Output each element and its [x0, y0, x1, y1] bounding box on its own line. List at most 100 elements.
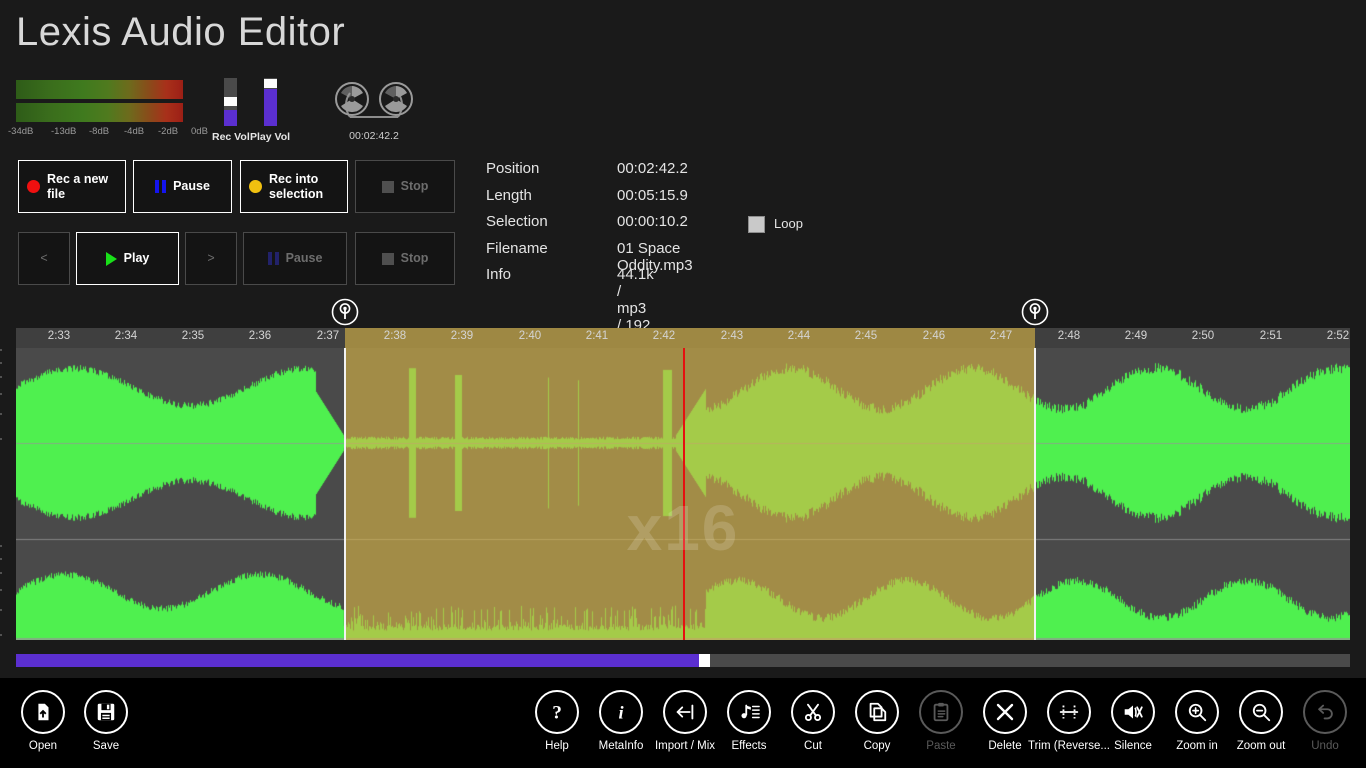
pause-bars-icon — [155, 180, 167, 193]
info-key: Length — [486, 186, 532, 204]
rec-vol-label: Rec Vol — [212, 131, 250, 143]
ruler-time-label: 2:51 — [1259, 330, 1283, 342]
lexis-audio-editor-window: Lexis Audio Editor -34dB -13dB -8dB -4dB -2d… — [0, 0, 1366, 768]
ruler-time-label: 2:44 — [787, 330, 811, 342]
tape-reels-icon — [335, 82, 413, 118]
db-scale-tick — [0, 438, 2, 440]
loop-checkbox[interactable] — [748, 216, 765, 233]
scissors-icon — [791, 690, 835, 734]
play-vol-track[interactable] — [263, 78, 277, 126]
play-stop-button-label: Stop — [400, 251, 429, 266]
arrow-left-bar-icon — [663, 690, 707, 734]
level-meter-right — [16, 103, 183, 122]
rec-stop-button: Stop — [355, 160, 455, 213]
selection-start-edge[interactable] — [344, 348, 346, 640]
undo-button-label: Undo — [1311, 740, 1339, 752]
db-scale-tick — [0, 393, 2, 395]
step-fwd-button-label: > — [207, 251, 215, 266]
ruler-time-label: 2:42 — [652, 330, 676, 342]
level-meter-left — [16, 80, 183, 99]
rec-into-selection-button-label: Rec into selection — [269, 172, 324, 201]
speaker-mute-icon — [1111, 690, 1155, 734]
rec-vol-thumb[interactable] — [224, 96, 238, 106]
ruler-time-label: 2:48 — [1057, 330, 1081, 342]
zoom-watermark: x16 — [626, 492, 740, 564]
pause-bars-icon — [267, 252, 279, 265]
scrollbar-thumb[interactable] — [699, 654, 710, 667]
time-ruler[interactable]: 2:33 2:34 2:35 2:36 2:37 2:38 2:39 2:40 2:41 2:42… — [16, 328, 1350, 348]
stop-square-icon — [381, 252, 394, 265]
play-vol[interactable]: Play Vol — [250, 78, 290, 143]
horizontal-scrollbar[interactable] — [16, 654, 1350, 667]
ruler-time-label: 2:46 — [922, 330, 946, 342]
info-key: Position — [486, 160, 540, 177]
db-scale-tick — [0, 589, 2, 591]
ruler-time-label: 2:43 — [720, 330, 744, 342]
selection-end-edge[interactable] — [1034, 348, 1036, 640]
play-triangle-icon — [105, 251, 117, 266]
ruler-time-label: 2:52 — [1326, 330, 1350, 342]
level-meter-scale: -34dB -13dB -8dB -4dB -2dB 0dB — [8, 126, 208, 140]
record-dot-icon — [249, 180, 262, 193]
trim-brackets-icon — [1047, 690, 1091, 734]
info-value: 00:05:15.9 — [617, 186, 688, 204]
save-button[interactable]: Save — [63, 690, 149, 753]
ruler-time-label: 2:50 — [1191, 330, 1215, 342]
record-dot-icon — [27, 180, 40, 193]
open-file-icon — [21, 690, 65, 734]
play-pause-button-label: Pause — [285, 251, 323, 266]
copy-pages-icon — [855, 690, 899, 734]
play-pause-button: Pause — [243, 232, 347, 285]
rec-vol-track[interactable] — [224, 78, 238, 126]
question-mark-icon: ? — [535, 690, 579, 734]
tape-time-readout: 00:02:42.2 — [349, 130, 399, 142]
level-meters: -34dB -13dB -8dB -4dB -2dB 0dB — [8, 80, 208, 140]
ruler-time-label: 2:37 — [316, 330, 340, 342]
rec-a-new-file-button[interactable]: Rec a new file — [18, 160, 126, 213]
db-scale-tick — [0, 572, 2, 574]
x-cross-icon — [983, 690, 1027, 734]
rec-into-selection-button[interactable]: Rec into selection — [240, 160, 348, 213]
rec-vol[interactable]: Rec Vol — [212, 78, 250, 143]
info-key: Info — [486, 266, 512, 283]
save-button-label: Save — [92, 740, 120, 752]
meter-scale-label: -13dB — [51, 126, 77, 137]
rec-stop-button-label: Stop — [400, 179, 429, 194]
info-key: Filename — [486, 239, 548, 257]
db-scale: 0-2-4-7-12-270-2-4-7-12-27 — [0, 348, 16, 640]
ruler-time-label: 2:35 — [181, 330, 205, 342]
ruler-time-label: 2:38 — [383, 330, 407, 342]
rec-pause-button[interactable]: Pause — [133, 160, 232, 213]
play-button[interactable]: Play — [76, 232, 179, 285]
stop-square-icon — [381, 180, 394, 193]
step-back-button: < — [18, 232, 70, 285]
ruler-time-label: 2:47 — [989, 330, 1013, 342]
waveform-panel[interactable]: 2:33 2:34 2:35 2:36 2:37 2:38 2:39 2:40 2:41 2:42… — [0, 296, 1366, 646]
db-scale-tick — [0, 413, 2, 415]
waveform-canvas[interactable]: x16 — [16, 348, 1350, 640]
meter-scale-label: -34dB — [8, 126, 34, 137]
selection-end-pin[interactable] — [1021, 298, 1049, 326]
undo-arrow-icon — [1303, 690, 1347, 734]
svg-text:?: ? — [552, 702, 562, 723]
svg-text:i: i — [618, 702, 624, 722]
ruler-time-label: 2:40 — [518, 330, 542, 342]
selection-start-pin[interactable] — [331, 298, 359, 326]
play-vol-thumb[interactable] — [263, 78, 277, 88]
magnifier-minus-icon — [1239, 690, 1283, 734]
page-title: Lexis Audio Editor — [16, 10, 346, 54]
db-scale-tick — [0, 545, 2, 547]
info-value: 00:00:10.2 — [617, 213, 688, 230]
rec-vol-fill — [224, 109, 238, 126]
tape-reel-indicator: 00:02:42.2 — [326, 80, 422, 142]
save-disk-icon — [84, 690, 128, 734]
undo-button: Undo — [1282, 690, 1366, 753]
ruler-time-label: 2:45 — [854, 330, 878, 342]
rec-a-new-file-button-label: Rec a new file — [47, 172, 109, 201]
step-back-button-label: < — [40, 251, 48, 266]
meter-scale-label: 0dB — [191, 126, 208, 137]
bottom-toolbar: Open Save? Help i MetaInfo Import / Mix Effect… — [0, 678, 1366, 768]
selection-pins — [0, 296, 1366, 328]
ruler-time-label: 2:39 — [450, 330, 474, 342]
meter-scale-label: -4dB — [124, 126, 145, 137]
